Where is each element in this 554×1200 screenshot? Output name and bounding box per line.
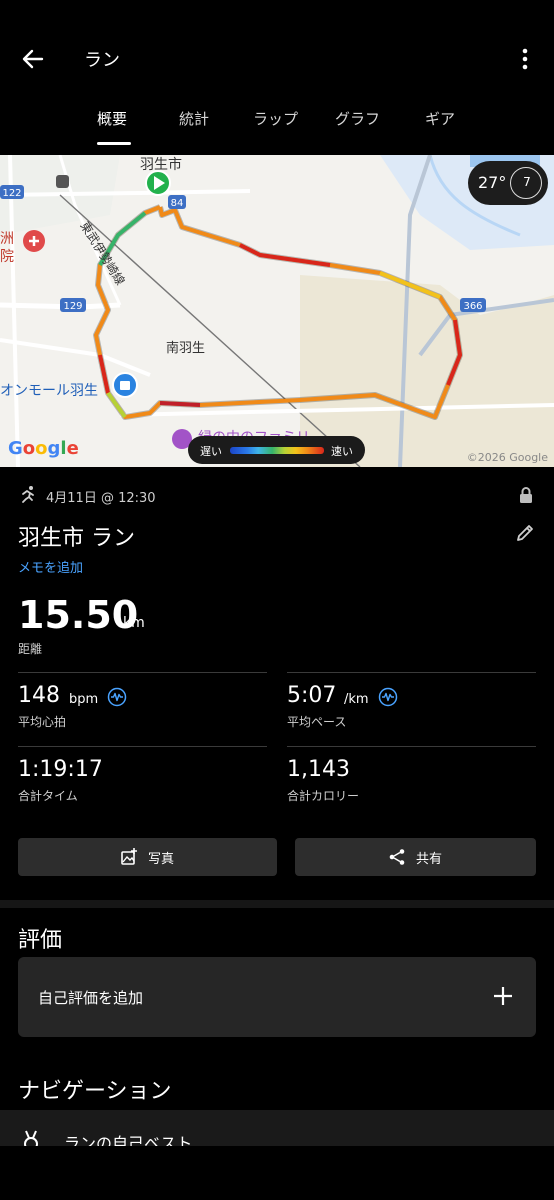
activity-date: 4月11日 @ 12:30 [46, 491, 156, 506]
wind-speed: 7 [523, 175, 531, 189]
distance-unit: km [123, 615, 145, 631]
evaluation-section-title: 評価 [18, 928, 63, 953]
tab-overview[interactable]: 概要 [97, 108, 127, 129]
plus-icon[interactable] [492, 985, 514, 1007]
add-self-evaluation-label: 自己評価を追加 [38, 989, 144, 1007]
calories-value: 1,143 [287, 757, 350, 782]
activity-title: 羽生市 ラン [18, 526, 135, 551]
total-time-value: 1:19:17 [18, 757, 103, 782]
road-366-label: 366 [463, 301, 482, 312]
pace-chart-icon[interactable] [378, 687, 398, 707]
tab-stats[interactable]: 統計 [179, 108, 209, 129]
active-tab-indicator [97, 142, 131, 145]
divider [18, 672, 267, 673]
add-photo-button[interactable]: 写真 [18, 838, 277, 876]
temperature: 27° [478, 173, 507, 192]
map-label-mall: オンモール羽生 [0, 383, 98, 399]
divider [18, 746, 267, 747]
legend-fast-label: 速い [331, 445, 353, 458]
road-122-label: 122 [2, 188, 21, 199]
heart-rate-value: 148 [18, 683, 60, 708]
more-options-icon[interactable] [510, 44, 540, 74]
section-separator [0, 900, 554, 908]
total-time-label: 合計タイム [18, 789, 78, 803]
route-map[interactable]: 84 122 129 366 羽生市 洲 院 南羽生 オンモール羽生 緑の中のフ… [0, 155, 554, 467]
medal-icon [24, 1130, 38, 1146]
lock-icon[interactable] [518, 486, 534, 504]
road-84-label: 84 [171, 198, 184, 209]
google-logo: Google [8, 438, 79, 459]
heart-rate-label: 平均心拍 [18, 715, 67, 729]
tab-gear[interactable]: ギア [425, 108, 455, 129]
pace-legend: 遅い 速い [188, 436, 365, 464]
back-arrow-icon[interactable] [18, 44, 48, 74]
add-memo-link[interactable]: メモを追加 [18, 557, 83, 576]
distance-value: 15.50 [18, 593, 139, 637]
map-label-hospital: 洲 [0, 231, 14, 247]
distance-label: 距離 [18, 642, 43, 656]
map-label-hospital2: 院 [0, 249, 14, 265]
legend-slow-label: 遅い [200, 445, 222, 458]
pace-unit: /km [344, 692, 369, 707]
wind-compass-icon: 7 [510, 167, 542, 199]
pencil-icon[interactable] [514, 522, 536, 544]
personal-best-label: ランの自己ベスト [64, 1134, 193, 1146]
add-self-evaluation-card[interactable]: 自己評価を追加 [18, 957, 536, 1037]
add-photo-label: 写真 [148, 852, 175, 867]
heart-rate-unit: bpm [69, 692, 99, 707]
heart-rate-chart-icon[interactable] [107, 687, 127, 707]
map-canvas[interactable]: 84 122 129 366 羽生市 洲 院 南羽生 オンモール羽生 緑の中のフ… [0, 155, 554, 467]
tab-graph[interactable]: グラフ [335, 108, 380, 129]
pace-label: 平均ペース [287, 715, 347, 729]
pace-value: 5:07 [287, 683, 337, 708]
map-label-city: 羽生市 [140, 156, 182, 173]
share-button[interactable]: 共有 [295, 838, 536, 876]
weather-badge: 27° 7 [468, 161, 548, 205]
running-icon [22, 486, 34, 503]
personal-best-row[interactable]: ランの自己ベスト [0, 1110, 554, 1146]
tab-bar: 概要 統計 ラップ グラフ ギア [0, 100, 554, 150]
divider [287, 672, 536, 673]
page-title: ラン [84, 50, 120, 71]
add-photo-icon [121, 848, 137, 865]
share-icon [389, 849, 405, 865]
tab-laps[interactable]: ラップ [253, 108, 298, 129]
map-label-station: 南羽生 [166, 340, 205, 356]
bottom-bar [0, 1146, 554, 1200]
map-copyright: ©2026 Google [466, 451, 548, 464]
divider [287, 746, 536, 747]
navigation-section-title: ナビゲーション [18, 1079, 172, 1104]
calories-label: 合計カロリー [287, 789, 360, 803]
app-bar: ラン 概要 統計 ラップ グラフ ギア [0, 0, 554, 145]
road-129-label: 129 [63, 301, 82, 312]
pace-gradient [230, 447, 324, 454]
share-label: 共有 [416, 852, 443, 867]
